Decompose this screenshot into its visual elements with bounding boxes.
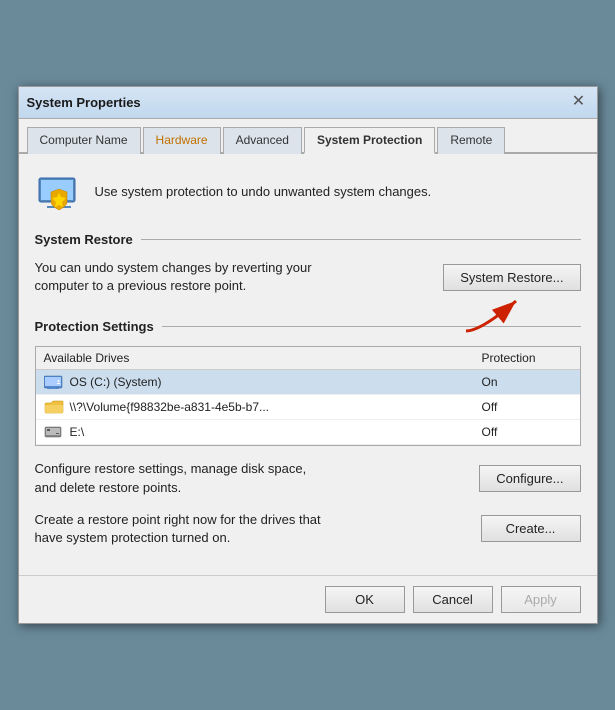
section-divider bbox=[141, 239, 581, 240]
system-restore-label: System Restore bbox=[35, 232, 133, 247]
tab-computer-name[interactable]: Computer Name bbox=[27, 127, 141, 154]
tab-remote[interactable]: Remote bbox=[437, 127, 505, 154]
drive-name-c: OS (C:) (System) bbox=[70, 375, 482, 389]
removable-drive-icon bbox=[44, 424, 64, 440]
restore-row: You can undo system changes by reverting… bbox=[35, 259, 581, 295]
drive-prot-e: Off bbox=[482, 425, 572, 439]
cancel-button[interactable]: Cancel bbox=[413, 586, 493, 613]
col-header-drives: Available Drives bbox=[44, 351, 482, 365]
table-row[interactable]: \\?\Volume{f98832be-a831-4e5b-b7... Off bbox=[36, 395, 580, 420]
tab-hardware[interactable]: Hardware bbox=[143, 127, 221, 154]
system-restore-header: System Restore bbox=[35, 232, 581, 247]
table-header: Available Drives Protection bbox=[36, 347, 580, 370]
configure-button[interactable]: Configure... bbox=[479, 465, 580, 492]
table-row[interactable]: E:\ Off bbox=[36, 420, 580, 445]
tab-system-protection[interactable]: System Protection bbox=[304, 127, 435, 154]
create-row: Create a restore point right now for the… bbox=[35, 511, 581, 547]
arrow-indicator bbox=[461, 286, 541, 336]
protection-settings-label: Protection Settings bbox=[35, 319, 154, 334]
dialog-title: System Properties bbox=[27, 95, 141, 110]
create-button[interactable]: Create... bbox=[481, 515, 581, 542]
info-description: Use system protection to undo unwanted s… bbox=[95, 184, 432, 199]
tab-bar: Computer Name Hardware Advanced System P… bbox=[19, 119, 597, 154]
drive-prot-c: On bbox=[482, 375, 572, 389]
drive-name-volume: \\?\Volume{f98832be-a831-4e5b-b7... bbox=[70, 400, 482, 414]
close-button[interactable]: ✕ bbox=[569, 92, 589, 112]
title-bar: System Properties ✕ bbox=[19, 87, 597, 119]
table-row[interactable]: OS (C:) (System) On bbox=[36, 370, 580, 395]
system-properties-dialog: System Properties ✕ Computer Name Hardwa… bbox=[18, 86, 598, 624]
shield-icon bbox=[35, 168, 83, 216]
apply-button[interactable]: Apply bbox=[501, 586, 581, 613]
drive-name-e: E:\ bbox=[70, 425, 482, 439]
create-description: Create a restore point right now for the… bbox=[35, 511, 325, 547]
configure-description: Configure restore settings, manage disk … bbox=[35, 460, 325, 496]
protection-table: Available Drives Protection OS (C:) (Sys… bbox=[35, 346, 581, 446]
footer-bar: OK Cancel Apply bbox=[19, 575, 597, 623]
configure-row: Configure restore settings, manage disk … bbox=[35, 460, 581, 496]
drive-prot-volume: Off bbox=[482, 400, 572, 414]
info-row: Use system protection to undo unwanted s… bbox=[35, 168, 581, 216]
restore-description: You can undo system changes by reverting… bbox=[35, 259, 315, 295]
col-header-protection: Protection bbox=[482, 351, 572, 365]
system-drive-icon bbox=[44, 374, 64, 390]
folder-drive-icon bbox=[44, 399, 64, 415]
ok-button[interactable]: OK bbox=[325, 586, 405, 613]
tab-content: Use system protection to undo unwanted s… bbox=[19, 154, 597, 575]
tab-advanced[interactable]: Advanced bbox=[223, 127, 302, 154]
